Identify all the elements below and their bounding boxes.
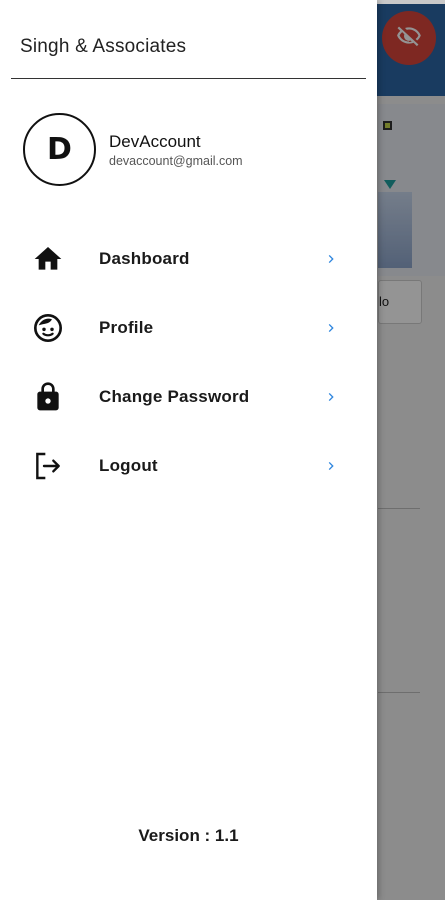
- avatar[interactable]: D: [23, 113, 96, 186]
- chevron-right-icon: [322, 319, 340, 337]
- menu-item-logout[interactable]: Logout: [0, 438, 377, 494]
- menu-item-dashboard[interactable]: Dashboard: [0, 231, 377, 287]
- menu-item-label: Logout: [99, 456, 158, 475]
- home-icon: [31, 242, 65, 276]
- menu-item-change-password[interactable]: Change Password: [0, 369, 377, 425]
- app-screen: lo Singh & Associates D DevAccount devac…: [0, 0, 445, 900]
- avatar-initial: D: [47, 132, 72, 167]
- user-email: devaccount@gmail.com: [109, 154, 243, 168]
- logout-icon: [31, 449, 65, 483]
- app-version: Version : 1.1: [138, 826, 239, 845]
- chevron-right-icon: [322, 457, 340, 475]
- profile-face-icon: [31, 311, 65, 345]
- user-name: DevAccount: [109, 132, 201, 151]
- drawer-divider: [11, 78, 366, 79]
- menu-item-label: Profile: [99, 318, 154, 337]
- menu-item-label: Dashboard: [99, 249, 190, 268]
- chevron-right-icon: [322, 388, 340, 406]
- menu-item-profile[interactable]: Profile: [0, 300, 377, 356]
- drawer-title: Singh & Associates: [20, 36, 187, 57]
- menu-item-label: Change Password: [99, 387, 250, 406]
- lock-icon: [31, 380, 65, 414]
- chevron-right-icon: [322, 250, 340, 268]
- navigation-drawer: Singh & Associates D DevAccount devaccou…: [0, 0, 377, 900]
